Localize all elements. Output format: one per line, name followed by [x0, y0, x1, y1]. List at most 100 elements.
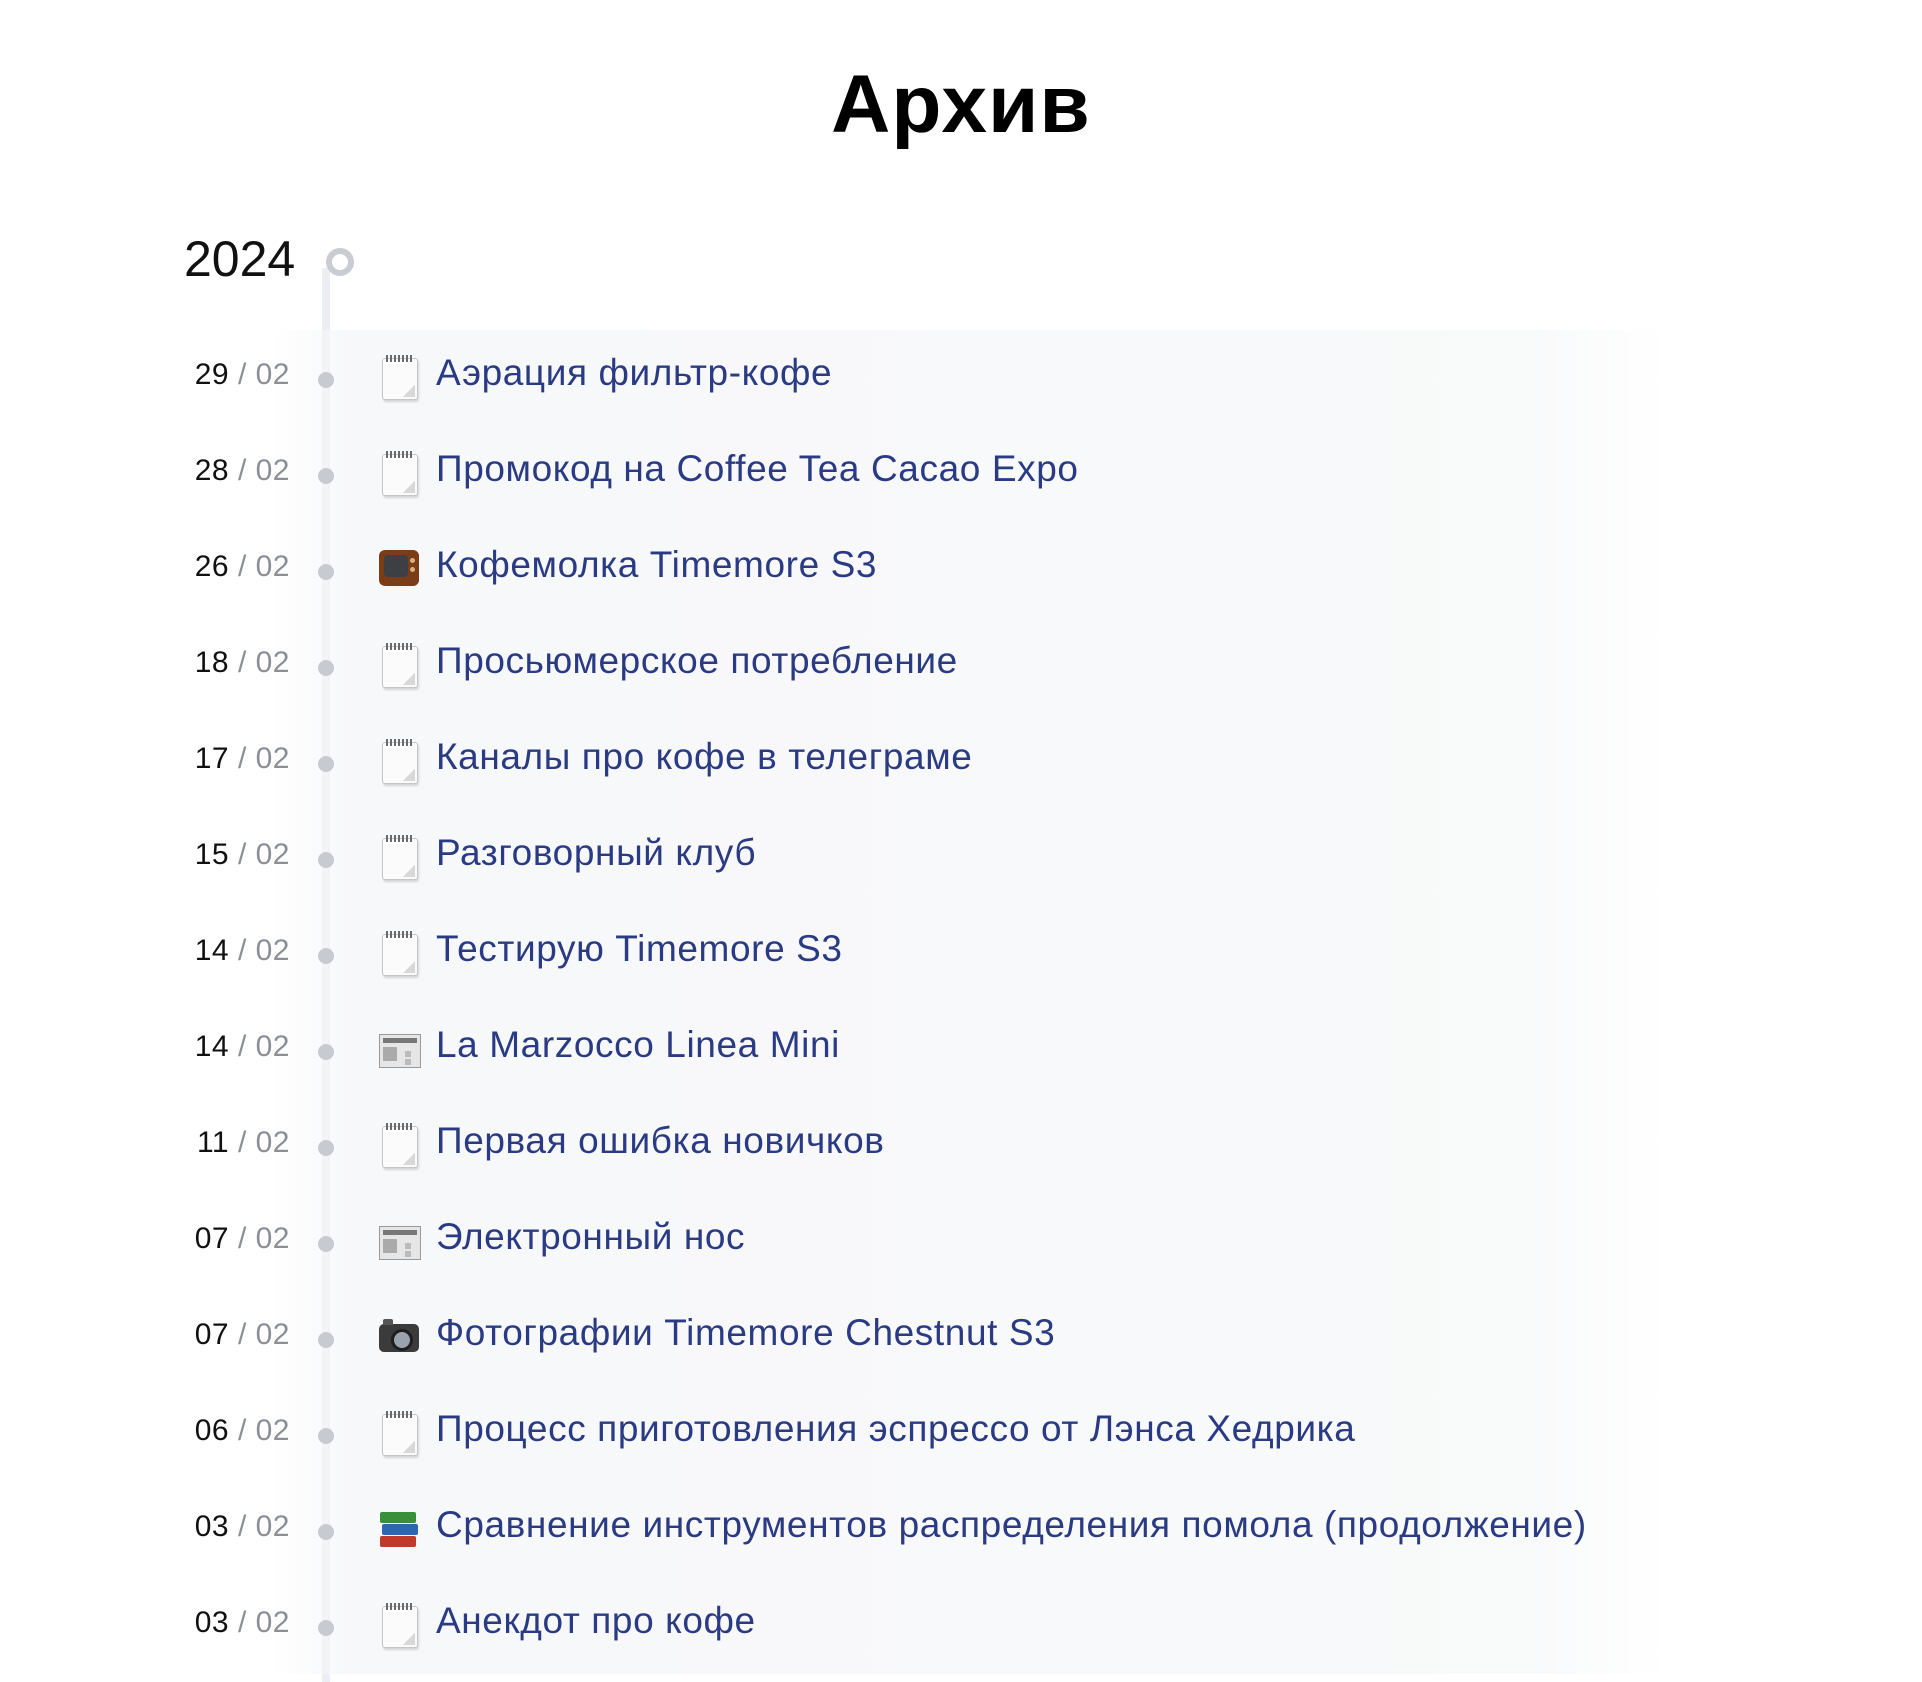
list-item: 11 / 02 Первая ошибка новичков [0, 1098, 1922, 1194]
entry-link[interactable]: Аэрация фильтр-кофе [436, 352, 832, 394]
entry-link[interactable]: Анекдот про кофе [436, 1600, 756, 1642]
books-icon [378, 1506, 420, 1552]
entry-date: 26 / 02 [195, 550, 290, 584]
notepad-icon-glyph [382, 1411, 418, 1456]
notepad-icon [378, 450, 420, 496]
entry-date: 03 / 02 [195, 1606, 290, 1640]
timeline-dot-icon [318, 852, 334, 868]
entry-month: 02 [255, 1606, 290, 1639]
entry-day: 03 [194, 1510, 230, 1543]
entry-month: 02 [255, 454, 290, 487]
entry-month: 02 [255, 550, 290, 583]
entry-month: 02 [255, 1414, 290, 1447]
entry-link[interactable]: Электронный нос [436, 1216, 745, 1258]
entry-link[interactable]: Процесс приготовления эспрессо от Лэнса … [436, 1408, 1355, 1450]
entry-date: 29 / 02 [195, 358, 290, 392]
notepad-icon-glyph [382, 739, 418, 784]
timeline-dot-icon [318, 1524, 334, 1540]
entry-day: 06 [194, 1414, 230, 1447]
entry-month: 02 [255, 358, 290, 391]
list-item: 17 / 02 Каналы про кофе в телеграме [0, 714, 1922, 810]
entry-date: 07 / 02 [195, 1318, 290, 1352]
entry-link[interactable]: Сравнение инструментов распределения пом… [436, 1504, 1587, 1546]
entry-day: 28 [194, 454, 230, 487]
entry-date: 14 / 02 [195, 1030, 290, 1064]
notepad-icon-glyph [382, 451, 418, 496]
entry-month: 02 [255, 1510, 290, 1543]
entry-month: 02 [255, 646, 290, 679]
list-item: 28 / 02 Промокод на Coffee Tea Cacao Expo [0, 426, 1922, 522]
notepad-icon [378, 1602, 420, 1648]
notepad-icon-glyph [382, 1603, 418, 1648]
date-separator: / [229, 1510, 256, 1543]
entry-link[interactable]: Промокод на Coffee Tea Cacao Expo [436, 448, 1079, 490]
entry-day: 07 [194, 1222, 230, 1255]
list-item: 15 / 02 Разговорный клуб [0, 810, 1922, 906]
entry-link[interactable]: Тестирую Timemore S3 [436, 928, 843, 970]
archive-timeline: 2024 29 / 02 Аэрация фильтр-кофе 28 / 02 Пр… [0, 0, 1922, 1682]
entry-month: 02 [255, 838, 290, 871]
timeline-dot-icon [318, 468, 334, 484]
entry-link[interactable]: Фотографии Timemore Chestnut S3 [436, 1312, 1055, 1354]
entry-date: 07 / 02 [195, 1222, 290, 1256]
camera-icon [378, 1314, 420, 1360]
date-separator: / [229, 934, 256, 967]
entry-day: 15 [194, 838, 230, 871]
entry-link[interactable]: Каналы про кофе в телеграме [436, 736, 972, 778]
entry-day: 18 [194, 646, 230, 679]
date-separator: / [229, 1030, 256, 1063]
newspaper-icon [378, 1026, 421, 1072]
date-separator: / [229, 358, 256, 391]
date-separator: / [229, 742, 256, 775]
entry-link[interactable]: Разговорный клуб [436, 832, 756, 874]
newspaper-icon-glyph [379, 1226, 421, 1260]
notepad-icon-glyph [382, 643, 418, 688]
notepad-icon-glyph [382, 355, 418, 400]
entry-month: 02 [255, 1126, 290, 1159]
entry-month: 02 [255, 1030, 290, 1063]
notepad-icon [378, 738, 420, 784]
camera-icon-glyph [379, 1319, 419, 1352]
entry-link[interactable]: Просьюмерское потребление [436, 640, 958, 682]
entry-date: 18 / 02 [195, 646, 290, 680]
notepad-icon-glyph [382, 1123, 418, 1168]
timeline-dot-icon [318, 756, 334, 772]
entry-day: 11 [196, 1126, 230, 1159]
notepad-icon [378, 834, 420, 880]
entry-link[interactable]: Кофемолка Timemore S3 [436, 544, 877, 586]
notepad-icon [378, 930, 420, 976]
year-marker-icon [326, 248, 354, 276]
entry-day: 14 [194, 934, 230, 967]
entry-date: 06 / 02 [195, 1414, 290, 1448]
list-item: 06 / 02 Процесс приготовления эспрессо от… [0, 1386, 1922, 1482]
list-item: 03 / 02 Анекдот про кофе [0, 1578, 1922, 1674]
entry-day: 03 [194, 1606, 230, 1639]
date-separator: / [229, 1606, 256, 1639]
entry-month: 02 [255, 1222, 290, 1255]
entry-day: 17 [194, 742, 230, 775]
entry-date: 03 / 02 [195, 1510, 290, 1544]
timeline-dot-icon [318, 564, 334, 580]
notepad-icon [378, 1410, 420, 1456]
entry-date: 14 / 02 [195, 934, 290, 968]
timeline-dot-icon [318, 372, 334, 388]
timeline-dot-icon [318, 1620, 334, 1636]
entry-month: 02 [255, 1318, 290, 1351]
timeline-dot-icon [318, 1428, 334, 1444]
entry-link[interactable]: Первая ошибка новичков [436, 1120, 885, 1162]
notepad-icon [378, 642, 420, 688]
list-item: 18 / 02 Просьюмерское потребление [0, 618, 1922, 714]
entry-link[interactable]: La Marzocco Linea Mini [436, 1024, 840, 1066]
timeline-dot-icon [318, 660, 334, 676]
timeline-dot-icon [318, 1332, 334, 1348]
date-separator: / [229, 1126, 256, 1159]
entry-month: 02 [255, 934, 290, 967]
timeline-dot-icon [318, 1140, 334, 1156]
list-item: 14 / 02 La Marzocco Linea Mini [0, 1002, 1922, 1098]
entry-date: 15 / 02 [195, 838, 290, 872]
timeline-dot-icon [318, 1236, 334, 1252]
date-separator: / [229, 1222, 256, 1255]
date-separator: / [229, 1318, 256, 1351]
date-separator: / [229, 646, 256, 679]
newspaper-icon-glyph [379, 1034, 421, 1068]
